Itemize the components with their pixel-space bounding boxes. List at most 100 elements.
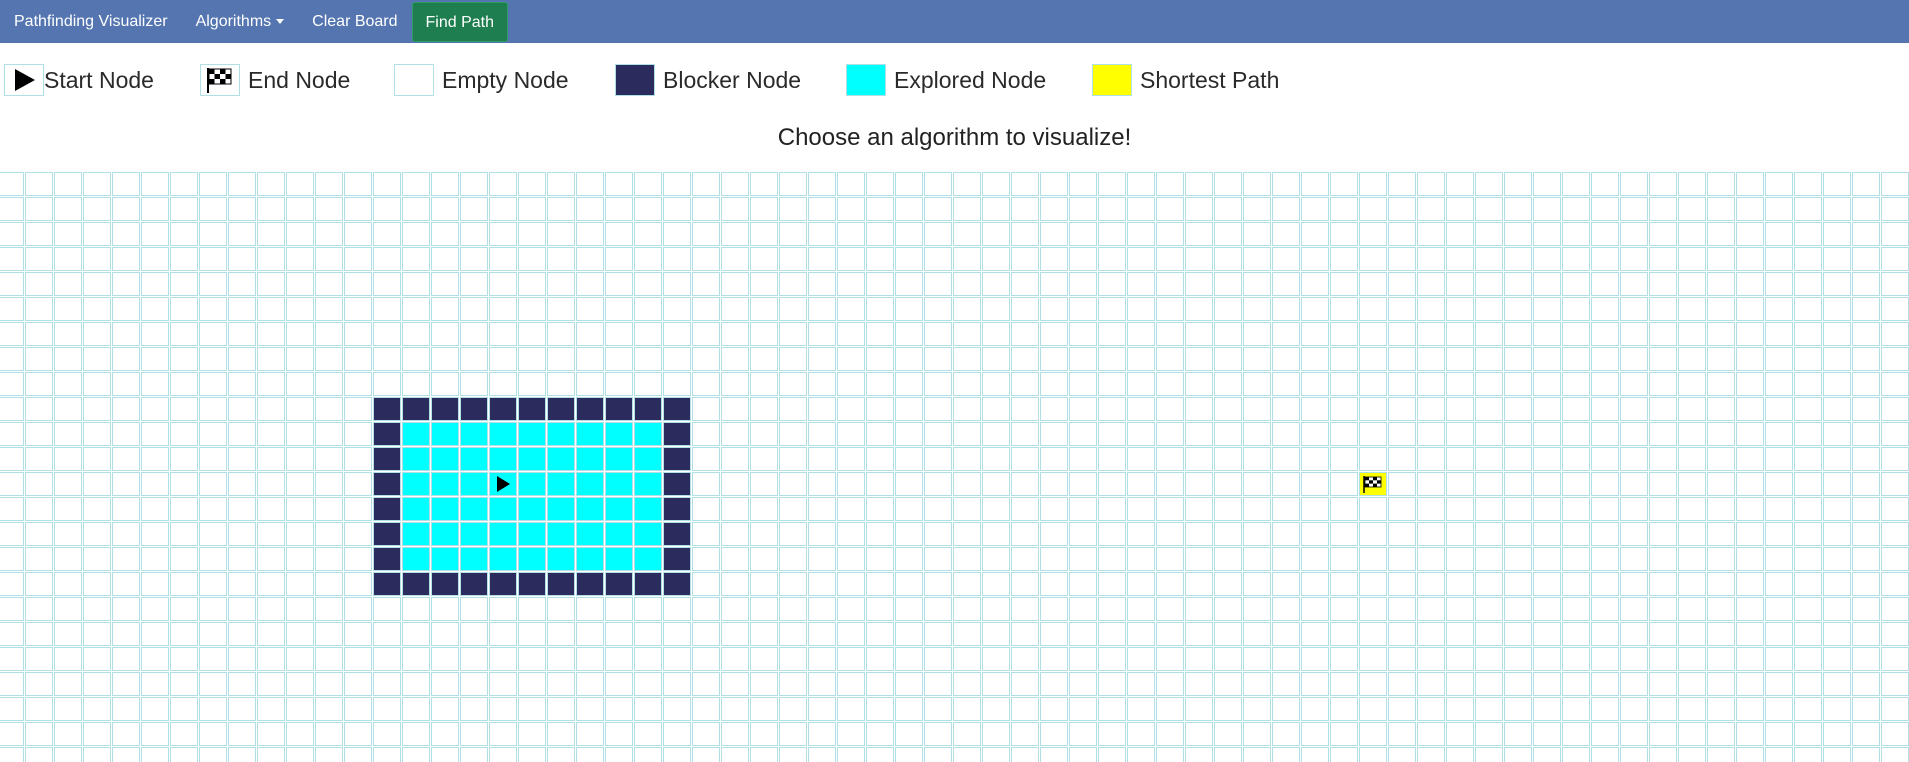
grid-cell[interactable] [1475, 472, 1503, 496]
grid-cell[interactable] [257, 722, 285, 746]
grid-cell[interactable] [953, 672, 981, 696]
grid-cell[interactable] [431, 622, 459, 646]
grid-cell[interactable] [1562, 197, 1590, 221]
grid-cell[interactable] [1736, 522, 1764, 546]
grid-cell[interactable] [83, 172, 111, 196]
grid-cell[interactable] [54, 197, 82, 221]
grid-cell[interactable] [1069, 497, 1097, 521]
grid-cell[interactable] [1794, 447, 1822, 471]
grid-cell[interactable] [1011, 222, 1039, 246]
grid-cell[interactable] [1504, 522, 1532, 546]
grid-cell[interactable] [1185, 197, 1213, 221]
grid-cell[interactable] [1533, 347, 1561, 371]
explored-cell[interactable] [576, 447, 604, 471]
grid-cell[interactable] [1678, 347, 1706, 371]
grid-cell[interactable] [286, 722, 314, 746]
grid-cell[interactable] [1736, 447, 1764, 471]
grid-cell[interactable] [982, 197, 1010, 221]
grid-cell[interactable] [721, 322, 749, 346]
grid-cell[interactable] [112, 397, 140, 421]
grid-cell[interactable] [54, 172, 82, 196]
grid-cell[interactable] [721, 247, 749, 271]
grid-cell[interactable] [54, 622, 82, 646]
blocker-cell[interactable] [518, 397, 546, 421]
grid-cell[interactable] [1823, 497, 1851, 521]
explored-cell[interactable] [489, 497, 517, 521]
grid-cell[interactable] [1185, 722, 1213, 746]
grid-cell[interactable] [286, 672, 314, 696]
clear-board-button[interactable]: Clear Board [298, 0, 411, 43]
grid-cell[interactable] [1736, 647, 1764, 671]
grid-cell[interactable] [721, 372, 749, 396]
explored-cell[interactable] [518, 447, 546, 471]
grid-cell[interactable] [0, 647, 24, 671]
grid-cell[interactable] [0, 347, 24, 371]
grid-cell[interactable] [1417, 172, 1445, 196]
grid-cell[interactable] [837, 722, 865, 746]
grid-cell[interactable] [1823, 422, 1851, 446]
grid-cell[interactable] [750, 447, 778, 471]
grid-cell[interactable] [634, 297, 662, 321]
blocker-cell[interactable] [402, 397, 430, 421]
grid-cell[interactable] [1765, 597, 1793, 621]
grid-cell[interactable] [576, 222, 604, 246]
explored-cell[interactable] [402, 547, 430, 571]
grid-cell[interactable] [1127, 622, 1155, 646]
grid-cell[interactable] [1562, 747, 1590, 762]
grid-cell[interactable] [1301, 422, 1329, 446]
grid-cell[interactable] [692, 672, 720, 696]
grid-cell[interactable] [54, 697, 82, 721]
grid-cell[interactable] [431, 322, 459, 346]
grid-cell[interactable] [663, 197, 691, 221]
grid-cell[interactable] [808, 397, 836, 421]
grid-cell[interactable] [779, 597, 807, 621]
grid-cell[interactable] [779, 272, 807, 296]
grid-cell[interactable] [1881, 447, 1909, 471]
grid-cell[interactable] [228, 347, 256, 371]
explored-cell[interactable] [518, 422, 546, 446]
grid-cell[interactable] [1301, 272, 1329, 296]
grid-cell[interactable] [1707, 622, 1735, 646]
grid-cell[interactable] [1243, 372, 1271, 396]
grid-cell[interactable] [779, 172, 807, 196]
grid-cell[interactable] [1678, 622, 1706, 646]
grid-cell[interactable] [1475, 172, 1503, 196]
grid-cell[interactable] [257, 522, 285, 546]
grid-cell[interactable] [1852, 347, 1880, 371]
grid-cell[interactable] [1156, 672, 1184, 696]
grid-cell[interactable] [518, 272, 546, 296]
grid-cell[interactable] [924, 697, 952, 721]
grid-cell[interactable] [344, 572, 372, 596]
grid-cell[interactable] [112, 172, 140, 196]
grid-cell[interactable] [0, 422, 24, 446]
grid-cell[interactable] [1533, 372, 1561, 396]
grid-cell[interactable] [1301, 472, 1329, 496]
blocker-cell[interactable] [402, 572, 430, 596]
grid-cell[interactable] [141, 247, 169, 271]
explored-cell[interactable] [634, 447, 662, 471]
grid-cell[interactable] [1794, 397, 1822, 421]
grid-cell[interactable] [953, 522, 981, 546]
grid-cell[interactable] [1620, 722, 1648, 746]
grid-cell[interactable] [1881, 322, 1909, 346]
grid-cell[interactable] [547, 322, 575, 346]
grid-cell[interactable] [692, 397, 720, 421]
grid-cell[interactable] [1794, 322, 1822, 346]
explored-cell[interactable] [518, 522, 546, 546]
grid-cell[interactable] [431, 697, 459, 721]
grid-cell[interactable] [634, 647, 662, 671]
grid-cell[interactable] [286, 572, 314, 596]
grid-cell[interactable] [315, 547, 343, 571]
grid-cell[interactable] [286, 597, 314, 621]
grid-cell[interactable] [1388, 272, 1416, 296]
grid-cell[interactable] [1417, 322, 1445, 346]
grid-cell[interactable] [1736, 347, 1764, 371]
grid-cell[interactable] [750, 747, 778, 762]
grid-cell[interactable] [25, 272, 53, 296]
grid-cell[interactable] [1504, 597, 1532, 621]
grid-cell[interactable] [1243, 222, 1271, 246]
grid-cell[interactable] [112, 722, 140, 746]
grid-cell[interactable] [25, 522, 53, 546]
grid-cell[interactable] [721, 197, 749, 221]
blocker-cell[interactable] [489, 572, 517, 596]
